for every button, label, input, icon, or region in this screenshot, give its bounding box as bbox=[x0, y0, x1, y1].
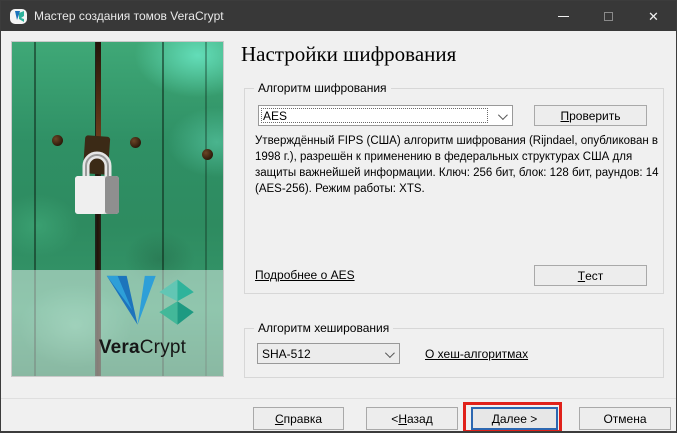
selected-hash-algorithm: SHA-512 bbox=[262, 347, 311, 361]
back-button[interactable]: < Назад bbox=[366, 407, 458, 430]
focus-rect bbox=[261, 108, 488, 123]
bolt bbox=[202, 149, 213, 160]
encryption-algorithm-select[interactable]: AES bbox=[258, 105, 513, 126]
encryption-group-label: Алгоритм шифрования bbox=[254, 81, 391, 95]
page-title: Настройки шифрования bbox=[241, 42, 456, 67]
close-icon: ✕ bbox=[648, 10, 659, 23]
maximize-icon bbox=[604, 12, 613, 21]
window-title: Мастер создания томов VeraCrypt bbox=[34, 9, 541, 23]
benchmark-test-button[interactable]: Тест bbox=[534, 265, 647, 286]
minimize-icon bbox=[558, 16, 569, 17]
hash-info-link[interactable]: О хеш-алгоритмах bbox=[425, 347, 528, 361]
algorithm-description: Утверждённый FIPS (США) алгоритм шифрова… bbox=[255, 133, 660, 197]
footer-separator bbox=[1, 398, 676, 399]
verify-button[interactable]: Проверить bbox=[534, 105, 647, 126]
hash-group-label: Алгоритм хеширования bbox=[254, 321, 393, 335]
door-padlock-photo: VeraCrypt bbox=[11, 41, 224, 377]
next-button[interactable]: Далее > bbox=[471, 407, 558, 430]
bolt bbox=[130, 137, 141, 148]
veracrypt-logo: VeraCrypt bbox=[68, 274, 217, 359]
dialog-content: VeraCrypt Настройки шифрования Алгоритм … bbox=[1, 31, 676, 431]
cancel-button[interactable]: Отмена bbox=[579, 407, 671, 430]
encryption-algorithm-group: Алгоритм шифрования AES Проверить Утверж… bbox=[244, 88, 664, 294]
bolt bbox=[52, 135, 63, 146]
maximize-button bbox=[586, 1, 631, 31]
title-bar: Мастер создания томов VeraCrypt ✕ bbox=[1, 1, 676, 31]
more-about-aes-link[interactable]: Подробнее о AES bbox=[255, 268, 355, 282]
veracrypt-app-icon bbox=[10, 9, 27, 24]
hash-algorithm-group: Алгоритм хеширования SHA-512 О хеш-алгор… bbox=[244, 328, 664, 378]
chevron-down-icon bbox=[385, 348, 395, 358]
help-button[interactable]: Справка bbox=[253, 407, 344, 430]
minimize-button[interactable] bbox=[541, 1, 586, 31]
wizard-window: Мастер создания томов VeraCrypt ✕ bbox=[0, 0, 677, 433]
padlock-icon bbox=[72, 144, 122, 216]
chevron-down-icon bbox=[498, 110, 508, 120]
hash-algorithm-select[interactable]: SHA-512 bbox=[257, 343, 400, 364]
logo-band: VeraCrypt bbox=[12, 270, 223, 377]
close-button[interactable]: ✕ bbox=[631, 1, 676, 31]
veracrypt-wordmark: VeraCrypt bbox=[68, 337, 217, 359]
